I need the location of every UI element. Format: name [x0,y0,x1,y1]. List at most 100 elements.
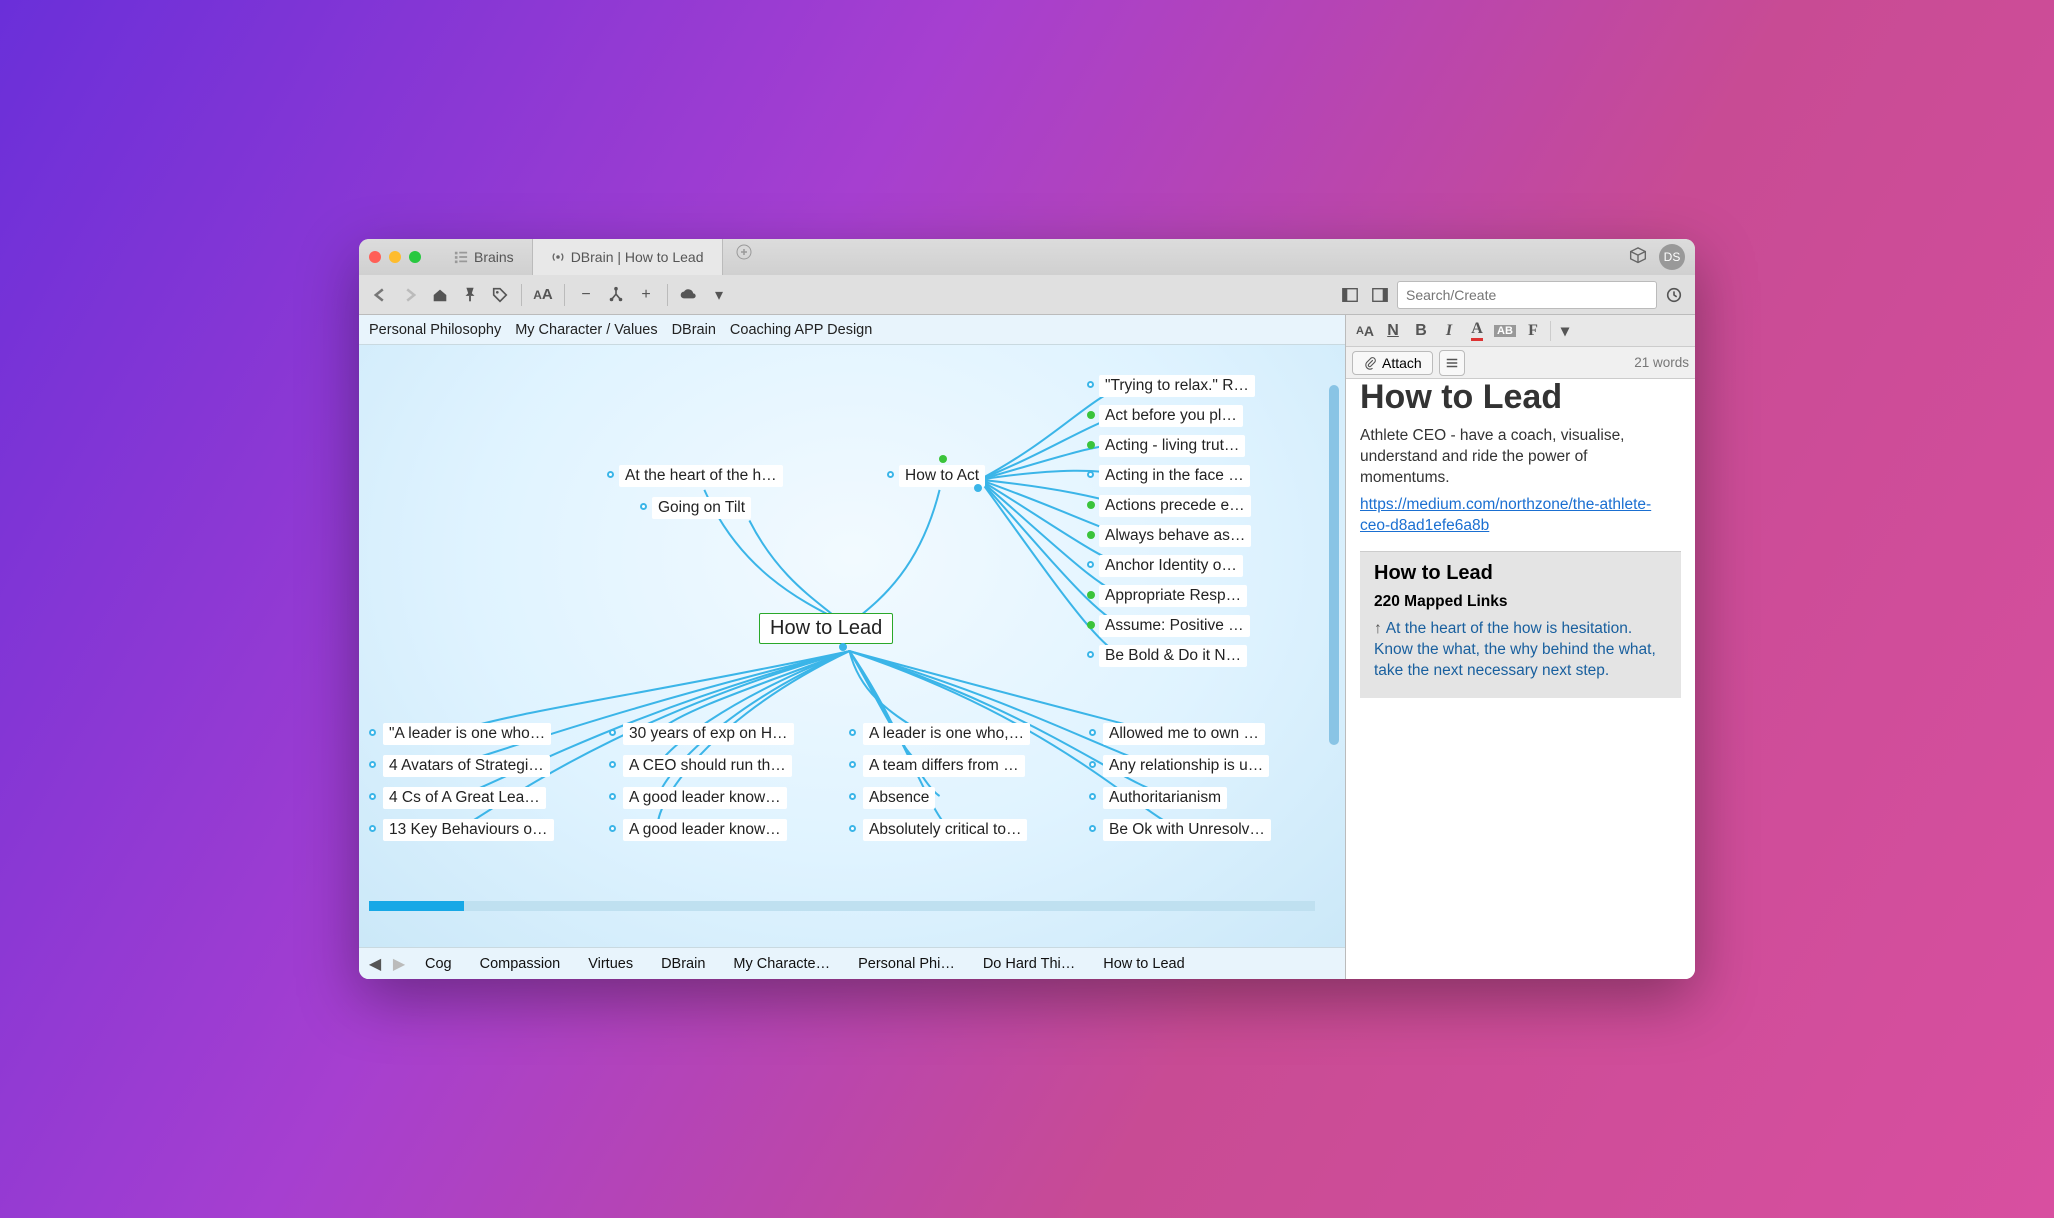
node-gate[interactable] [1089,761,1096,768]
font-icon[interactable]: F [1520,318,1546,344]
history-item[interactable]: My Characte… [721,956,842,972]
node-gate[interactable] [640,503,647,510]
child-thought[interactable]: A good leader know… [623,787,787,809]
node-gate[interactable] [1087,591,1095,599]
breadcrumb-item[interactable]: Personal Philosophy [369,322,501,338]
node-gate[interactable] [839,643,847,651]
node-gate[interactable] [849,793,856,800]
sibling-thought[interactable]: "Trying to relax." R… [1099,375,1255,397]
minimize-window[interactable] [389,251,401,263]
panel-left-icon[interactable] [1337,282,1363,308]
bold-icon[interactable]: B [1408,318,1434,344]
parent-thought[interactable]: How to Act [899,465,985,487]
child-thought[interactable]: "A leader is one who… [383,723,551,745]
note-link[interactable]: https://medium.com/northzone/the-athlete… [1360,496,1651,534]
node-gate[interactable] [609,729,616,736]
plex-canvas[interactable]: How to Lead At the heart of the h… Going… [359,345,1345,947]
node-gate[interactable] [369,729,376,736]
brainbox-icon[interactable] [1627,246,1649,268]
node-gate[interactable] [609,793,616,800]
node-gate[interactable] [609,761,616,768]
history-back-icon[interactable]: ◀ [365,954,385,974]
child-thought[interactable]: Allowed me to own … [1103,723,1265,745]
node-gate[interactable] [1089,793,1096,800]
maximize-window[interactable] [409,251,421,263]
tab-how-to-lead[interactable]: DBrain | How to Lead [533,239,723,275]
expand-icon[interactable]: + [633,282,659,308]
child-thought[interactable]: Absolutely critical to… [863,819,1027,841]
collapse-icon[interactable]: − [573,282,599,308]
history-item[interactable]: Virtues [576,956,645,972]
home-icon[interactable] [427,282,453,308]
history-item[interactable]: Compassion [468,956,573,972]
breadcrumb-item[interactable]: My Character / Values [515,322,657,338]
child-thought[interactable]: A team differs from … [863,755,1025,777]
history-item[interactable]: DBrain [649,956,717,972]
node-gate[interactable] [369,761,376,768]
horizontal-scrollbar[interactable] [369,901,1315,911]
history-item[interactable]: How to Lead [1091,956,1196,972]
sibling-thought[interactable]: Appropriate Resp… [1099,585,1247,607]
sibling-thought[interactable]: Actions precede e… [1099,495,1251,517]
node-gate[interactable] [939,455,947,463]
child-thought[interactable]: 4 Cs of A Great Lea… [383,787,546,809]
tab-brains[interactable]: Brains [436,239,533,275]
panel-right-icon[interactable] [1367,282,1393,308]
node-gate[interactable] [607,471,614,478]
dropdown-icon[interactable]: ▾ [706,282,732,308]
node-gate[interactable] [1087,501,1095,509]
node-gate[interactable] [369,793,376,800]
clock-icon[interactable] [1661,282,1687,308]
node-gate[interactable] [1087,621,1095,629]
node-gate[interactable] [1089,729,1096,736]
normal-style-icon[interactable]: N [1380,318,1406,344]
highlight-icon[interactable]: AB [1492,318,1518,344]
new-tab-button[interactable] [731,239,757,265]
text-size-icon[interactable]: AA [1352,318,1378,344]
node-gate[interactable] [849,729,856,736]
history-item[interactable]: Personal Phi… [846,956,967,972]
search-field[interactable] [1397,281,1657,309]
node-gate[interactable] [1087,651,1094,658]
child-thought[interactable]: 13 Key Behaviours o… [383,819,554,841]
related-link-item[interactable]: ↑At the heart of the how is hesitation. … [1374,619,1667,682]
center-thought[interactable]: How to Lead [759,613,893,644]
format-dropdown-icon[interactable]: ▾ [1555,318,1575,344]
child-thought[interactable]: Authoritarianism [1103,787,1227,809]
node-gate[interactable] [1087,471,1094,478]
notes-editor[interactable]: How to Lead Athlete CEO - have a coach, … [1346,379,1695,979]
child-thought[interactable]: 30 years of exp on H… [623,723,794,745]
node-gate[interactable] [974,484,982,492]
attach-button[interactable]: Attach [1352,351,1433,375]
menu-icon[interactable] [1439,350,1465,376]
breadcrumb-item[interactable]: DBrain [672,322,716,338]
node-gate[interactable] [369,825,376,832]
sibling-thought[interactable]: Anchor Identity o… [1099,555,1243,577]
node-gate[interactable] [1087,561,1094,568]
sibling-thought[interactable]: Acting in the face … [1099,465,1250,487]
child-thought[interactable]: Be Ok with Unresolv… [1103,819,1271,841]
child-thought[interactable]: A CEO should run th… [623,755,792,777]
node-gate[interactable] [1087,531,1095,539]
node-gate[interactable] [1087,411,1095,419]
node-gate[interactable] [849,825,856,832]
child-thought[interactable]: A good leader know… [623,819,787,841]
sibling-thought[interactable]: Always behave as… [1099,525,1251,547]
parent-thought[interactable]: Going on Tilt [652,497,751,519]
close-window[interactable] [369,251,381,263]
breadcrumb-item[interactable]: Coaching APP Design [730,322,872,338]
user-avatar[interactable]: DS [1659,244,1685,270]
cloud-icon[interactable] [676,282,702,308]
parent-thought[interactable]: At the heart of the h… [619,465,783,487]
sibling-thought[interactable]: Acting - living trut… [1099,435,1245,457]
sibling-thought[interactable]: Be Bold & Do it N… [1099,645,1247,667]
node-gate[interactable] [849,761,856,768]
node-gate[interactable] [1087,381,1094,388]
child-thought[interactable]: A leader is one who,… [863,723,1030,745]
search-input[interactable] [1406,287,1648,303]
graph-icon[interactable] [603,282,629,308]
history-forward-icon[interactable]: ▶ [389,954,409,974]
text-color-icon[interactable]: A [1464,318,1490,344]
pin-icon[interactable] [457,282,483,308]
history-item[interactable]: Cog [413,956,464,972]
